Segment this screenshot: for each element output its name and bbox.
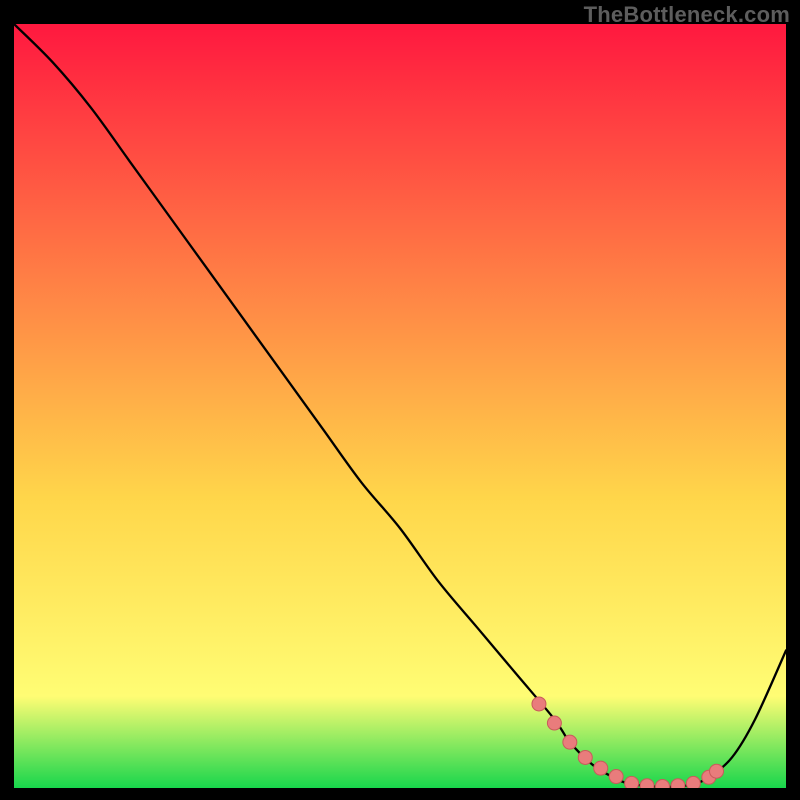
bottleneck-plot xyxy=(14,24,786,788)
highlight-marker xyxy=(710,764,724,778)
highlight-marker xyxy=(578,750,592,764)
highlight-marker xyxy=(640,779,654,788)
highlight-marker xyxy=(671,779,685,788)
plot-svg xyxy=(14,24,786,788)
gradient-background xyxy=(14,24,786,788)
highlight-marker xyxy=(625,776,639,788)
watermark-text: TheBottleneck.com xyxy=(584,2,790,28)
highlight-marker xyxy=(532,697,546,711)
highlight-marker xyxy=(686,776,700,788)
highlight-marker xyxy=(594,761,608,775)
highlight-marker xyxy=(563,735,577,749)
chart-stage: TheBottleneck.com xyxy=(0,0,800,800)
highlight-marker xyxy=(609,770,623,784)
highlight-marker xyxy=(547,716,561,730)
